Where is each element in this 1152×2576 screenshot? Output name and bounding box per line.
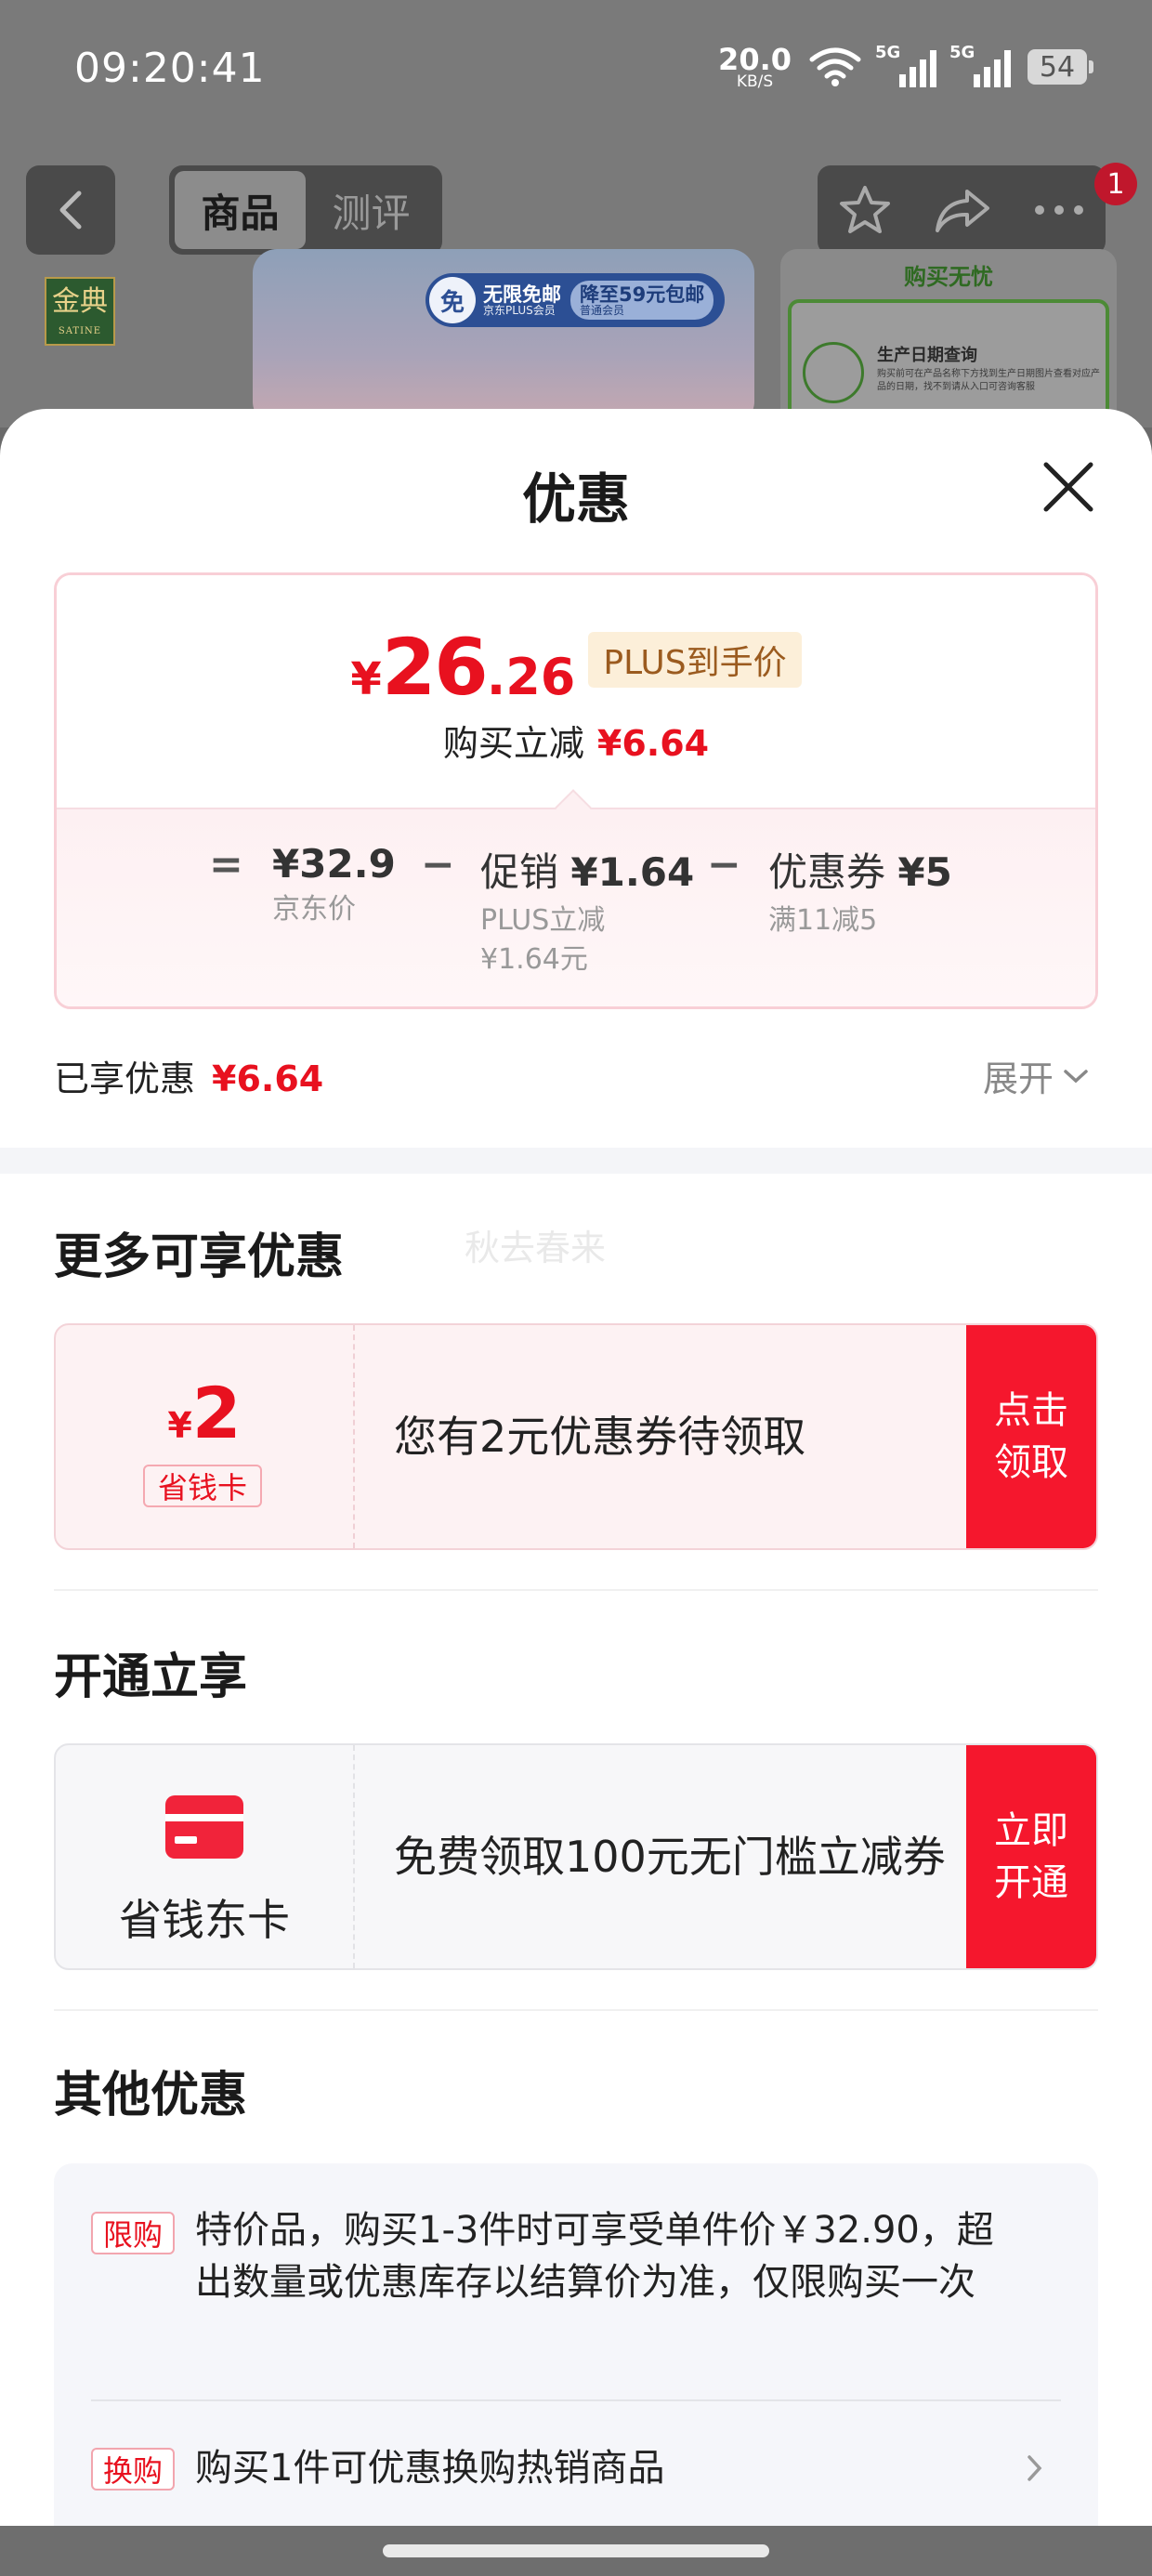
activate-button[interactable]: 立即 开通 [966, 1745, 1096, 1968]
minus-sign: − [421, 841, 455, 888]
coupon-amount: ¥2 [167, 1372, 242, 1454]
other-discounts-title: 其他优惠 [54, 2068, 248, 2123]
network-speed-value: 20.0 [718, 41, 792, 77]
home-indicator-bar [0, 2526, 1152, 2576]
list-item-purchase-limit: 限购 特价品，购买1-3件时可享受单件价￥32.90，超出数量或优惠库存以结算价… [91, 2209, 1061, 2304]
tab-product[interactable]: 商品 [175, 171, 306, 249]
divider-line [54, 1589, 1098, 1591]
close-icon[interactable] [1039, 457, 1098, 517]
divider-line-2 [54, 2009, 1098, 2011]
trade-in-tag: 换购 [91, 2448, 175, 2491]
cell-signal-icon: 5G [875, 43, 936, 87]
network-speed-unit: KB/S [736, 72, 774, 91]
notification-badge: 1 [1094, 163, 1137, 205]
leaf-icon [803, 342, 864, 403]
discount-sheet: 优惠 ¥ 26 .26 PLUS到手价 购买立减 ¥6.64 = ¥32.9 京… [0, 409, 1152, 2537]
share-icon[interactable] [934, 186, 991, 234]
wifi-icon [809, 47, 861, 86]
credit-card-icon [165, 1795, 243, 1859]
other-discounts-list: 限购 特价品，购买1-3件时可享受单件价￥32.90，超出数量或优惠库存以结算价… [54, 2163, 1098, 2537]
list-item-trade-in[interactable]: 换购 购买1件可优惠换购热销商品 [91, 2447, 1061, 2491]
sheet-title: 优惠 [521, 467, 630, 531]
more-discounts-title: 更多可享优惠 [54, 1229, 345, 1285]
free-shipping-icon: 免 [429, 277, 476, 323]
cell-signal-label: 5G [875, 43, 901, 62]
coupon-description: 您有2元优惠券待领取 [394, 1412, 806, 1462]
top-actions [818, 165, 1106, 255]
promo-banner[interactable]: 免 无限免邮 京东PLUS会员 降至59元包邮 普通会员 [253, 249, 754, 426]
worry-free-title: 购买无忧 [904, 263, 993, 290]
product-tabs: 商品 测评 [169, 165, 442, 255]
promo-item: 促销 ¥1.64 PLUS立减 ¥1.64元 [480, 849, 695, 976]
expand-button[interactable]: 展开 [983, 1050, 1089, 1101]
star-icon[interactable] [838, 184, 892, 236]
savings-card-tag: 省钱卡 [143, 1465, 262, 1507]
instant-discount: 购买立减 ¥6.64 [442, 723, 710, 764]
enjoyed-discount: 已享优惠 ¥6.64 [54, 1058, 324, 1099]
membership-offer-description: 免费领取100元无门槛立减券 [394, 1832, 946, 1882]
limit-description: 特价品，购买1-3件时可享受单件价￥32.90，超出数量或优惠库存以结算价为准，… [195, 2209, 994, 2304]
membership-card-offer[interactable]: 省钱东卡 免费领取100元无门槛立减券 立即 开通 [54, 1743, 1098, 1970]
limit-tag: 限购 [91, 2212, 175, 2254]
status-icons: 20.0 KB/S 5G 5G 54 [718, 41, 1093, 93]
plus-price-tag: PLUS到手价 [588, 632, 802, 688]
status-bar: 09:20:41 20.0 KB/S 5G 5G 54 [0, 0, 1152, 139]
jd-price-item: ¥32.9 京东价 [272, 841, 396, 926]
final-price: ¥ 26 .26 PLUS到手价 [57, 622, 1095, 713]
product-page-background: 09:20:41 20.0 KB/S 5G 5G 54 商品 测评 1 金典 S… [0, 0, 1152, 435]
network-speed: 20.0 KB/S [718, 45, 792, 90]
back-button[interactable] [26, 165, 115, 255]
more-icon[interactable] [1033, 204, 1085, 217]
price-formula: = ¥32.9 京东价 − 促销 ¥1.64 PLUS立减 ¥1.64元 − 优… [57, 808, 1095, 1006]
chevron-left-icon [59, 191, 82, 230]
section-divider [0, 1148, 1152, 1174]
list-divider [91, 2399, 1061, 2401]
worry-free-card[interactable]: 购买无忧 生产日期查询 购买前可在产品名称下方找到生产日期图片查看对应产品的日期… [780, 249, 1117, 435]
chevron-right-icon [1028, 2455, 1042, 2481]
coupon-item: 优惠券 ¥5 满11减5 [768, 849, 952, 937]
tab-review[interactable]: 测评 [306, 171, 437, 249]
shipping-pill: 免 无限免邮 京东PLUS会员 降至59元包邮 普通会员 [425, 273, 725, 327]
home-indicator[interactable] [383, 2544, 769, 2557]
price-breakdown-card: ¥ 26 .26 PLUS到手价 购买立减 ¥6.64 = ¥32.9 京东价 … [54, 572, 1098, 1009]
equals-sign: = [209, 841, 243, 888]
cell-signal-label-2: 5G [949, 43, 975, 62]
open-to-enjoy-title: 开通立享 [54, 1649, 248, 1705]
brand-logo: 金典 SATINE [45, 277, 115, 346]
coupon-card-savings[interactable]: ¥2 省钱卡 您有2元优惠券待领取 点击 领取 [54, 1323, 1098, 1550]
minus-sign-2: − [707, 841, 741, 888]
membership-card-label: 省钱东卡 [119, 1895, 290, 1945]
chevron-down-icon [1064, 1069, 1088, 1083]
watermark: 秋去春来 [465, 1228, 607, 1268]
trade-in-description: 购买1件可优惠换购热销商品 [195, 2447, 665, 2490]
claim-coupon-button[interactable]: 点击 领取 [966, 1325, 1096, 1548]
status-time: 09:20:41 [74, 45, 266, 92]
cell-signal-icon-2: 5G [949, 43, 1011, 87]
battery-icon: 54 [1028, 49, 1093, 85]
